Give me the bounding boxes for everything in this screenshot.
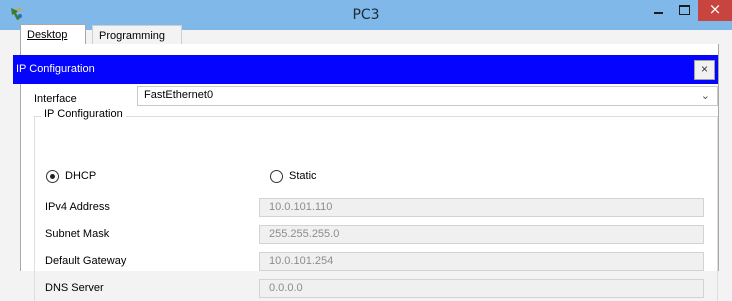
default-gateway-value: 10.0.101.254 [269, 255, 334, 267]
maximize-button[interactable] [672, 0, 697, 21]
interface-label: Interface [34, 93, 77, 105]
dns-server-value: 0.0.0.0 [269, 282, 303, 294]
tab-programming-label: Programming [99, 30, 166, 42]
ip-config-group-title: IP Configuration [41, 108, 126, 120]
default-gateway-field[interactable]: 10.0.101.254 [259, 252, 704, 271]
interface-value: FastEthernet0 [144, 89, 214, 101]
radio-selected-dot [50, 174, 55, 179]
minimize-icon [654, 12, 663, 14]
subnet-mask-value: 255.255.255.0 [269, 228, 340, 240]
tab-desktop-label: Desktop [27, 29, 68, 41]
ip-config-header: IP Configuration × [13, 55, 718, 84]
static-radio-label[interactable]: Static [289, 170, 317, 182]
dhcp-radio[interactable] [46, 170, 59, 183]
minimize-button[interactable] [646, 0, 671, 21]
close-icon: × [708, 0, 722, 18]
interface-select[interactable]: FastEthernet0 ⌄ [137, 86, 718, 106]
ipv4-address-label: IPv4 Address [45, 201, 110, 213]
dns-server-label: DNS Server [45, 282, 104, 294]
ipv4-address-field[interactable]: 10.0.101.110 [259, 198, 704, 217]
tab-programming[interactable]: Programming [92, 25, 182, 46]
dns-server-field[interactable]: 0.0.0.0 [259, 279, 704, 298]
default-gateway-label: Default Gateway [45, 255, 127, 267]
ip-config-close-button[interactable]: × [694, 60, 715, 80]
close-icon: × [700, 62, 708, 76]
dhcp-radio-label[interactable]: DHCP [65, 170, 96, 182]
ip-config-title: IP Configuration [16, 63, 95, 75]
maximize-icon [679, 5, 690, 15]
tab-desktop[interactable]: Desktop [20, 24, 86, 46]
static-radio[interactable] [270, 170, 283, 183]
subnet-mask-field[interactable]: 255.255.255.0 [259, 225, 704, 244]
close-button[interactable]: × [698, 0, 732, 21]
chevron-down-icon: ⌄ [700, 90, 710, 102]
ipv4-address-value: 10.0.101.110 [269, 201, 333, 213]
subnet-mask-label: Subnet Mask [45, 228, 110, 240]
